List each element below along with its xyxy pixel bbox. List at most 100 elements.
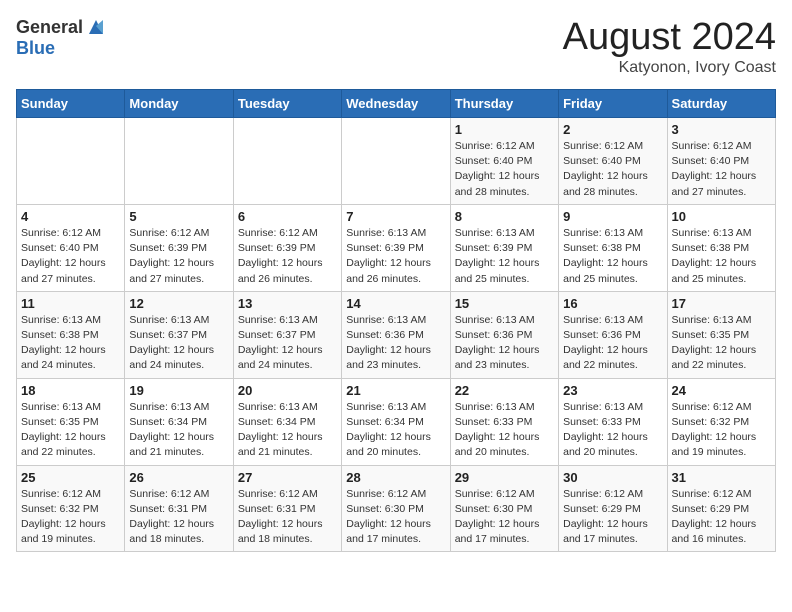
day-cell: 17 Sunrise: 6:13 AM Sunset: 6:35 PM Dayli…	[667, 291, 775, 378]
day-detail: Sunrise: 6:12 AM Sunset: 6:29 PM Dayligh…	[563, 487, 662, 548]
day-cell: 6 Sunrise: 6:12 AM Sunset: 6:39 PM Daylig…	[233, 204, 341, 291]
day-detail: Sunrise: 6:12 AM Sunset: 6:40 PM Dayligh…	[563, 139, 662, 200]
day-cell: 24 Sunrise: 6:12 AM Sunset: 6:32 PM Dayli…	[667, 378, 775, 465]
day-cell: 21 Sunrise: 6:13 AM Sunset: 6:34 PM Dayli…	[342, 378, 450, 465]
day-cell: 23 Sunrise: 6:13 AM Sunset: 6:33 PM Dayli…	[559, 378, 667, 465]
weekday-header-saturday: Saturday	[667, 90, 775, 118]
day-number: 2	[563, 122, 662, 137]
day-detail: Sunrise: 6:12 AM Sunset: 6:32 PM Dayligh…	[21, 487, 120, 548]
logo-blue-text: Blue	[16, 38, 55, 59]
day-number: 18	[21, 383, 120, 398]
week-row-1: 1Sunrise: 6:12 AM Sunset: 6:40 PM Daylig…	[17, 118, 776, 205]
day-number: 26	[129, 470, 228, 485]
day-detail: Sunrise: 6:13 AM Sunset: 6:38 PM Dayligh…	[21, 313, 120, 374]
logo-icon	[85, 16, 107, 38]
day-cell: 25 Sunrise: 6:12 AM Sunset: 6:32 PM Dayli…	[17, 465, 125, 552]
day-detail: Sunrise: 6:13 AM Sunset: 6:35 PM Dayligh…	[672, 313, 771, 374]
day-detail: Sunrise: 6:12 AM Sunset: 6:30 PM Dayligh…	[346, 487, 445, 548]
day-number: 23	[563, 383, 662, 398]
day-number: 20	[238, 383, 337, 398]
day-detail: Sunrise: 6:12 AM Sunset: 6:32 PM Dayligh…	[672, 400, 771, 461]
weekday-header-monday: Monday	[125, 90, 233, 118]
day-number: 10	[672, 209, 771, 224]
day-cell: 19Sunrise: 6:13 AM Sunset: 6:34 PM Dayli…	[125, 378, 233, 465]
day-detail: Sunrise: 6:12 AM Sunset: 6:40 PM Dayligh…	[455, 139, 554, 200]
day-cell: 31 Sunrise: 6:12 AM Sunset: 6:29 PM Dayli…	[667, 465, 775, 552]
day-detail: Sunrise: 6:13 AM Sunset: 6:36 PM Dayligh…	[346, 313, 445, 374]
day-detail: Sunrise: 6:13 AM Sunset: 6:39 PM Dayligh…	[455, 226, 554, 287]
day-cell: 11 Sunrise: 6:13 AM Sunset: 6:38 PM Dayli…	[17, 291, 125, 378]
day-cell: 14 Sunrise: 6:13 AM Sunset: 6:36 PM Dayli…	[342, 291, 450, 378]
day-cell: 9Sunrise: 6:13 AM Sunset: 6:38 PM Daylig…	[559, 204, 667, 291]
day-number: 27	[238, 470, 337, 485]
day-detail: Sunrise: 6:12 AM Sunset: 6:30 PM Dayligh…	[455, 487, 554, 548]
day-detail: Sunrise: 6:13 AM Sunset: 6:39 PM Dayligh…	[346, 226, 445, 287]
weekday-header-thursday: Thursday	[450, 90, 558, 118]
day-detail: Sunrise: 6:13 AM Sunset: 6:33 PM Dayligh…	[563, 400, 662, 461]
day-number: 29	[455, 470, 554, 485]
weekday-header-tuesday: Tuesday	[233, 90, 341, 118]
location: Katyonon, Ivory Coast	[563, 59, 776, 77]
day-number: 25	[21, 470, 120, 485]
week-row-5: 25 Sunrise: 6:12 AM Sunset: 6:32 PM Dayli…	[17, 465, 776, 552]
logo-general-text: General	[16, 17, 83, 38]
day-number: 31	[672, 470, 771, 485]
day-number: 6	[238, 209, 337, 224]
day-number: 15	[455, 296, 554, 311]
day-cell: 4Sunrise: 6:12 AM Sunset: 6:40 PM Daylig…	[17, 204, 125, 291]
weekday-header-row: SundayMondayTuesdayWednesdayThursdayFrid…	[17, 90, 776, 118]
day-number: 11	[21, 296, 120, 311]
calendar-table: SundayMondayTuesdayWednesdayThursdayFrid…	[16, 89, 776, 552]
day-detail: Sunrise: 6:13 AM Sunset: 6:33 PM Dayligh…	[455, 400, 554, 461]
day-number: 5	[129, 209, 228, 224]
day-number: 8	[455, 209, 554, 224]
title-section: August 2024 Katyonon, Ivory Coast	[563, 16, 776, 77]
day-detail: Sunrise: 6:13 AM Sunset: 6:37 PM Dayligh…	[238, 313, 337, 374]
day-detail: Sunrise: 6:13 AM Sunset: 6:35 PM Dayligh…	[21, 400, 120, 461]
day-detail: Sunrise: 6:13 AM Sunset: 6:34 PM Dayligh…	[238, 400, 337, 461]
day-cell: 16Sunrise: 6:13 AM Sunset: 6:36 PM Dayli…	[559, 291, 667, 378]
day-cell: 18 Sunrise: 6:13 AM Sunset: 6:35 PM Dayli…	[17, 378, 125, 465]
day-number: 14	[346, 296, 445, 311]
day-number: 30	[563, 470, 662, 485]
page-header: General Blue August 2024 Katyonon, Ivory…	[16, 16, 776, 77]
day-cell: 28 Sunrise: 6:12 AM Sunset: 6:30 PM Dayli…	[342, 465, 450, 552]
weekday-header-friday: Friday	[559, 90, 667, 118]
day-cell	[125, 118, 233, 205]
day-detail: Sunrise: 6:12 AM Sunset: 6:29 PM Dayligh…	[672, 487, 771, 548]
day-cell	[342, 118, 450, 205]
day-detail: Sunrise: 6:12 AM Sunset: 6:40 PM Dayligh…	[672, 139, 771, 200]
logo: General Blue	[16, 16, 107, 59]
week-row-2: 4Sunrise: 6:12 AM Sunset: 6:40 PM Daylig…	[17, 204, 776, 291]
week-row-4: 18 Sunrise: 6:13 AM Sunset: 6:35 PM Dayli…	[17, 378, 776, 465]
day-detail: Sunrise: 6:12 AM Sunset: 6:31 PM Dayligh…	[129, 487, 228, 548]
day-cell: 5 Sunrise: 6:12 AM Sunset: 6:39 PM Daylig…	[125, 204, 233, 291]
day-cell: 1Sunrise: 6:12 AM Sunset: 6:40 PM Daylig…	[450, 118, 558, 205]
day-cell: 22Sunrise: 6:13 AM Sunset: 6:33 PM Dayli…	[450, 378, 558, 465]
day-detail: Sunrise: 6:12 AM Sunset: 6:39 PM Dayligh…	[238, 226, 337, 287]
day-detail: Sunrise: 6:13 AM Sunset: 6:34 PM Dayligh…	[346, 400, 445, 461]
day-number: 3	[672, 122, 771, 137]
day-cell: 8 Sunrise: 6:13 AM Sunset: 6:39 PM Daylig…	[450, 204, 558, 291]
day-cell: 20 Sunrise: 6:13 AM Sunset: 6:34 PM Dayli…	[233, 378, 341, 465]
month-title: August 2024	[563, 16, 776, 59]
day-number: 17	[672, 296, 771, 311]
day-number: 21	[346, 383, 445, 398]
weekday-header-wednesday: Wednesday	[342, 90, 450, 118]
day-number: 9	[563, 209, 662, 224]
day-number: 28	[346, 470, 445, 485]
day-cell: 7Sunrise: 6:13 AM Sunset: 6:39 PM Daylig…	[342, 204, 450, 291]
day-number: 19	[129, 383, 228, 398]
day-cell: 27Sunrise: 6:12 AM Sunset: 6:31 PM Dayli…	[233, 465, 341, 552]
day-cell: 10Sunrise: 6:13 AM Sunset: 6:38 PM Dayli…	[667, 204, 775, 291]
weekday-header-sunday: Sunday	[17, 90, 125, 118]
day-number: 13	[238, 296, 337, 311]
day-number: 24	[672, 383, 771, 398]
day-cell: 15Sunrise: 6:13 AM Sunset: 6:36 PM Dayli…	[450, 291, 558, 378]
day-cell: 2 Sunrise: 6:12 AM Sunset: 6:40 PM Daylig…	[559, 118, 667, 205]
week-row-3: 11 Sunrise: 6:13 AM Sunset: 6:38 PM Dayli…	[17, 291, 776, 378]
day-cell: 30 Sunrise: 6:12 AM Sunset: 6:29 PM Dayli…	[559, 465, 667, 552]
day-detail: Sunrise: 6:12 AM Sunset: 6:39 PM Dayligh…	[129, 226, 228, 287]
day-cell	[17, 118, 125, 205]
day-cell: 13 Sunrise: 6:13 AM Sunset: 6:37 PM Dayli…	[233, 291, 341, 378]
